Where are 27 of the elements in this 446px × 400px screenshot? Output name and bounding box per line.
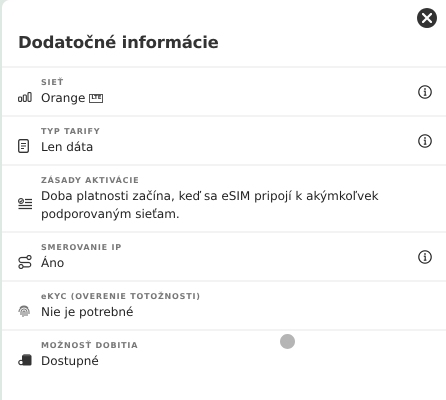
close-button[interactable] (417, 8, 437, 28)
info-button[interactable] (418, 84, 432, 98)
info-icon (418, 84, 432, 98)
route-icon (18, 254, 32, 268)
sim-card-icon (18, 354, 32, 366)
field-label: eKYC (OVERENIE TOTOŽNOSTI) (41, 290, 201, 303)
field-value: Dostupné (41, 353, 99, 370)
field-value: Nie je potrebné (41, 304, 134, 321)
field-label: MOŽNOSŤ DOBITIA (41, 340, 138, 352)
checklist-icon (18, 198, 33, 210)
signal-bars-icon (18, 92, 32, 102)
field-label: ZÁSADY AKTIVÁCIE (41, 174, 140, 187)
info-button[interactable] (418, 134, 432, 148)
dialog-title: Dodatočné informácie (18, 33, 219, 52)
field-value: Len dáta (41, 139, 94, 156)
field-value: Orange (41, 90, 86, 107)
fingerprint-icon (18, 304, 30, 318)
field-label: TYP TARIFY (41, 126, 100, 138)
field-label: SMEROVANIE IP (41, 242, 122, 254)
info-button[interactable] (418, 250, 432, 264)
field-value: Áno (41, 254, 64, 272)
field-label: SIEŤ (41, 76, 64, 89)
document-icon (18, 138, 29, 152)
info-icon (418, 250, 432, 264)
close-icon (422, 13, 432, 23)
field-value: Doba platnosti začína, keď sa eSIM pripojí k akýmkoľvek podporovaným sieťam. (41, 188, 380, 223)
info-icon (418, 134, 432, 148)
